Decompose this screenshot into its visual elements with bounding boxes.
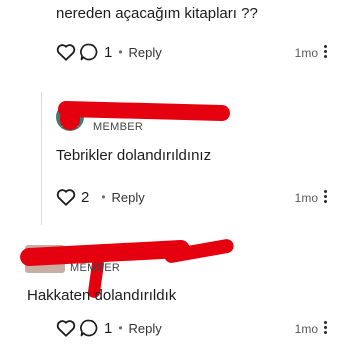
reply-button[interactable]: Reply	[129, 321, 162, 336]
upvote-count: 1	[104, 43, 113, 61]
more-options-icon[interactable]	[322, 190, 328, 203]
separator-dot: •	[118, 45, 123, 59]
thread-line	[41, 92, 42, 225]
comment-2-actions: 2 • Reply	[56, 185, 145, 209]
reply-button[interactable]: Reply	[129, 45, 162, 60]
heart-icon[interactable]	[56, 188, 76, 206]
comment-3-age: 1mo	[294, 322, 318, 336]
comment-1-actions: 1 • Reply	[56, 40, 162, 64]
comment-1-age: 1mo	[294, 46, 318, 60]
heart-icon[interactable]	[56, 319, 76, 337]
comment-bubble-icon[interactable]	[79, 318, 99, 338]
more-options-icon[interactable]	[322, 321, 328, 334]
comment-1-text: nereden açacağım kitapları ??	[56, 5, 258, 22]
upvote-count: 2	[81, 188, 90, 206]
separator-dot: •	[118, 321, 123, 335]
reply-button[interactable]: Reply	[112, 190, 145, 205]
upvote-count: 1	[104, 319, 113, 337]
more-options-icon[interactable]	[322, 45, 328, 58]
comment-2-text: Tebrikler dolandırıldınız	[56, 147, 212, 164]
comment-3-actions: 1 • Reply	[56, 316, 162, 340]
heart-icon[interactable]	[56, 43, 76, 61]
comment-bubble-icon[interactable]	[79, 42, 99, 62]
comment-2-age: 1mo	[294, 191, 318, 205]
member-badge: MEMBER	[70, 262, 121, 274]
member-badge: MEMBER	[93, 121, 144, 133]
comment-3-text: Hakkaten dolandırıldık	[27, 287, 177, 304]
separator-dot: •	[101, 190, 106, 204]
username-redaction	[60, 108, 80, 130]
